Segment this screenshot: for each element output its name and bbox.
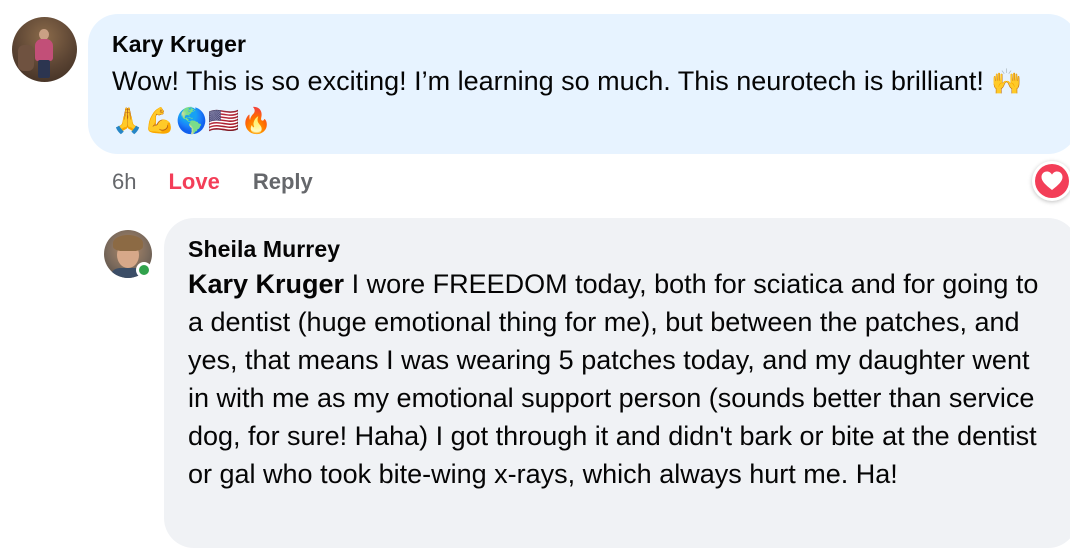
reply-text: Kary Kruger I wore FREEDOM today, both f… xyxy=(188,265,1054,493)
comment-actions: 6h Love Reply xyxy=(112,166,313,198)
reply-button[interactable]: Reply xyxy=(253,169,313,195)
heart-icon xyxy=(1041,171,1063,190)
reply-author[interactable]: Sheila Murrey xyxy=(188,235,1054,263)
reply-bubble: Sheila Murrey Kary Kruger I wore FREEDOM… xyxy=(164,218,1070,548)
comment-timestamp[interactable]: 6h xyxy=(112,169,136,195)
online-status-indicator xyxy=(136,262,152,278)
comment-body: Wow! This is so exciting! I’m learning s… xyxy=(112,66,984,96)
love-button[interactable]: Love xyxy=(168,169,219,195)
comment-text: Wow! This is so exciting! I’m learning s… xyxy=(112,62,1054,140)
comment-thread: Kary Kruger Wow! This is so exciting! I’… xyxy=(0,0,1070,556)
avatar-hair xyxy=(113,235,143,251)
avatar-horse-shape xyxy=(18,45,34,71)
avatar-kary-kruger[interactable] xyxy=(12,17,77,82)
avatar-figure-legs xyxy=(38,60,50,78)
love-icon xyxy=(1035,164,1069,198)
reply-body: I wore FREEDOM today, both for sciatica … xyxy=(188,269,1039,489)
mention-link[interactable]: Kary Kruger xyxy=(188,269,344,299)
comment-bubble: Kary Kruger Wow! This is so exciting! I’… xyxy=(88,14,1070,154)
avatar-figure-body xyxy=(35,39,53,61)
reaction-badge[interactable] xyxy=(1032,161,1070,201)
comment-author[interactable]: Kary Kruger xyxy=(112,30,1054,58)
